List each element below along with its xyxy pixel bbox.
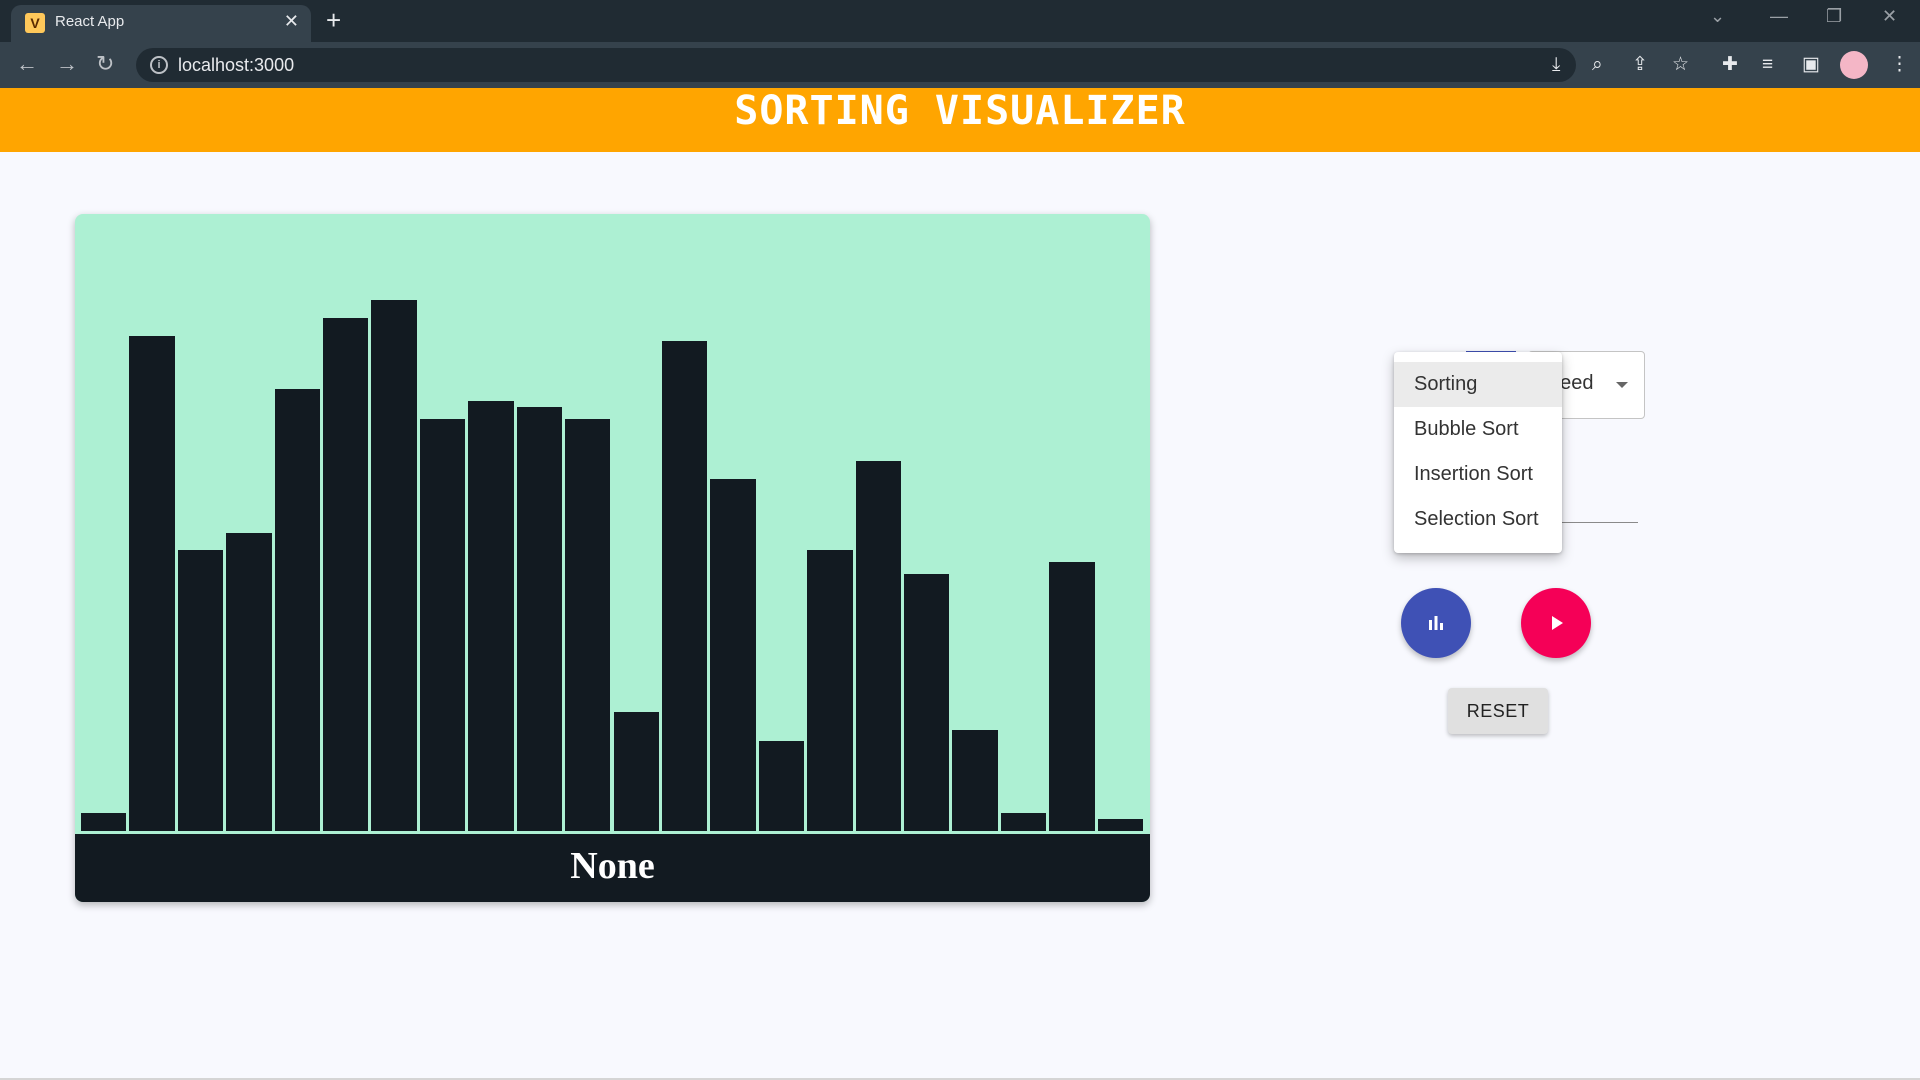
address-url: localhost:3000 bbox=[178, 55, 295, 75]
window-close-icon[interactable]: ✕ bbox=[1882, 6, 1897, 27]
browser-toolbar: ← → ↻ i localhost:3000 ⤓ ⌕ ⇪ ☆ ✚ ≡ ▣ ⋮ bbox=[0, 42, 1920, 88]
browser-menu-icon[interactable]: ⋮ bbox=[1890, 54, 1909, 76]
menu-item-insertion-sort[interactable]: Insertion Sort bbox=[1394, 452, 1562, 497]
array-bar bbox=[903, 574, 950, 831]
tab-search-icon[interactable]: ⌄ bbox=[1710, 6, 1725, 27]
bar-chart-icon bbox=[1429, 616, 1443, 630]
algorithm-dropdown-menu: Sorting Bubble Sort Insertion Sort Selec… bbox=[1394, 352, 1562, 553]
tab-favicon: V bbox=[25, 13, 45, 33]
array-bar bbox=[468, 401, 514, 831]
array-bar bbox=[807, 550, 853, 831]
media-control-icon[interactable]: ≡ bbox=[1762, 54, 1773, 76]
array-bar bbox=[226, 532, 272, 831]
share-icon[interactable]: ⇪ bbox=[1632, 54, 1648, 76]
menu-item-sorting[interactable]: Sorting bbox=[1394, 362, 1562, 407]
zoom-icon[interactable]: ⌕ bbox=[1592, 54, 1603, 76]
site-info-icon[interactable]: i bbox=[150, 56, 168, 74]
reset-button[interactable]: RESET bbox=[1448, 688, 1548, 734]
browser-tab-bar: V React App ✕ + ⌄ — ❐ ✕ bbox=[0, 0, 1920, 42]
visualizer-card: None bbox=[75, 214, 1150, 902]
profile-avatar[interactable] bbox=[1840, 51, 1868, 79]
play-icon bbox=[1552, 616, 1563, 630]
tab-title: React App bbox=[55, 13, 125, 30]
array-bar bbox=[371, 299, 417, 831]
array-bar bbox=[177, 550, 224, 831]
side-panel-icon[interactable]: ▣ bbox=[1802, 54, 1820, 76]
bars-area bbox=[75, 214, 1150, 831]
array-bar bbox=[613, 711, 659, 831]
array-bar bbox=[565, 419, 611, 831]
array-bar bbox=[1000, 813, 1047, 831]
extensions-icon[interactable]: ✚ bbox=[1722, 54, 1738, 76]
array-bar bbox=[274, 389, 321, 831]
status-footer: None bbox=[75, 831, 1150, 902]
array-bar bbox=[710, 478, 756, 831]
app-title: SORTING VISUALIZER bbox=[0, 88, 1920, 152]
new-tab-icon[interactable]: + bbox=[326, 6, 341, 34]
generate-array-button[interactable] bbox=[1401, 588, 1471, 658]
address-bar[interactable]: i localhost:3000 bbox=[136, 48, 1576, 82]
array-bar bbox=[758, 741, 805, 831]
array-bar bbox=[952, 729, 998, 831]
array-bar bbox=[1049, 562, 1095, 831]
array-bar bbox=[516, 407, 563, 831]
minimize-icon[interactable]: — bbox=[1770, 6, 1788, 27]
array-bar bbox=[129, 335, 175, 831]
algorithm-status: None bbox=[570, 845, 655, 887]
forward-icon[interactable]: → bbox=[56, 51, 78, 77]
chevron-down-icon bbox=[1616, 382, 1628, 388]
array-bar bbox=[419, 419, 466, 831]
close-tab-icon[interactable]: ✕ bbox=[284, 11, 299, 32]
reload-icon[interactable]: ↻ bbox=[96, 51, 114, 77]
menu-item-selection-sort[interactable]: Selection Sort bbox=[1394, 497, 1562, 542]
array-bar bbox=[323, 317, 369, 831]
array-bar bbox=[855, 460, 901, 831]
array-bar bbox=[1097, 819, 1143, 831]
restore-icon[interactable]: ❐ bbox=[1826, 6, 1842, 27]
array-bar bbox=[81, 813, 127, 831]
play-button[interactable] bbox=[1521, 588, 1591, 658]
browser-tab[interactable]: V React App ✕ bbox=[11, 5, 311, 42]
array-bar bbox=[661, 341, 708, 831]
bookmark-star-icon[interactable]: ☆ bbox=[1672, 54, 1689, 76]
install-icon[interactable]: ⤓ bbox=[1552, 54, 1560, 76]
menu-item-bubble-sort[interactable]: Bubble Sort bbox=[1394, 407, 1562, 452]
back-icon[interactable]: ← bbox=[16, 51, 38, 77]
